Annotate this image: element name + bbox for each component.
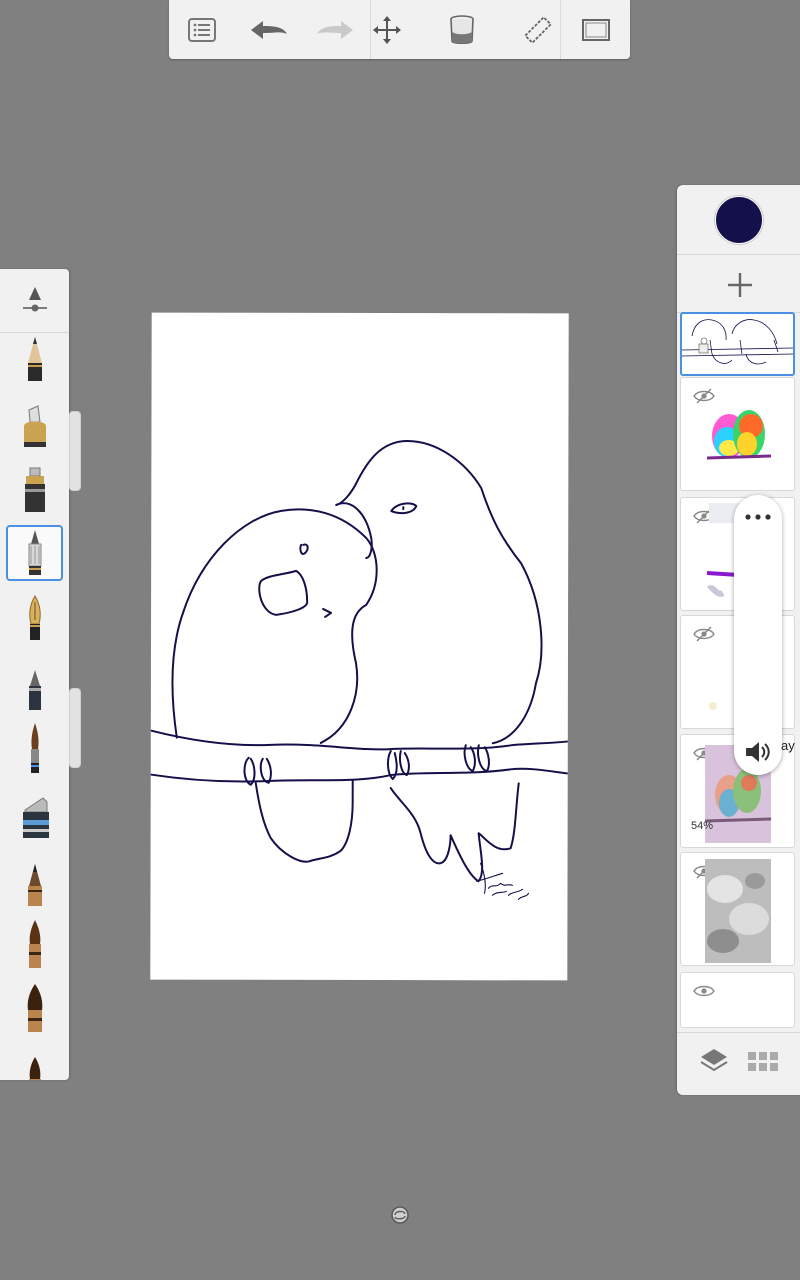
layer-thumbnail[interactable]: [680, 312, 795, 376]
faint-marks-thumbnail: [709, 702, 717, 710]
fountain-pen-icon: [28, 595, 41, 640]
parrots-line-art-thumbnail: [682, 319, 793, 365]
brush-fine[interactable]: [6, 721, 63, 777]
marker-icon: [23, 405, 46, 447]
divider: [677, 1032, 800, 1033]
lovebirds-line-art: [149, 440, 569, 900]
layers-button[interactable]: [699, 1047, 729, 1080]
gray-texture-thumbnail: [705, 859, 771, 963]
undo-button[interactable]: [249, 10, 289, 50]
brush-felt-pen[interactable]: [6, 462, 63, 518]
transform-button[interactable]: [367, 10, 407, 50]
paint-bucket-icon: [450, 15, 474, 45]
ballpoint-pen-icon: [28, 530, 41, 575]
redo-arrow-icon: [317, 21, 353, 39]
more-button[interactable]: [743, 509, 773, 530]
brush-scroll-handle[interactable]: [69, 688, 81, 768]
felt-pen-icon: [24, 467, 45, 512]
brush-flat[interactable]: [6, 981, 63, 1037]
brush-fountain-pen[interactable]: [6, 591, 63, 647]
brush-marker[interactable]: [6, 399, 63, 455]
speaker-icon: [746, 742, 770, 762]
more-dots-icon: [745, 514, 771, 520]
ruler-icon: [523, 15, 553, 45]
layer-grid-button[interactable]: [747, 1051, 779, 1078]
frame-icon: [582, 19, 610, 41]
layer-thumbnail[interactable]: [680, 972, 795, 1028]
crayon-icon: [27, 864, 42, 906]
plus-icon: [728, 273, 752, 297]
layer-name-fragment: ay: [781, 738, 795, 753]
brush-properties-button[interactable]: [6, 272, 63, 328]
top-toolbar: [169, 0, 630, 59]
divider: [677, 254, 800, 255]
brush-properties-icon: [22, 287, 47, 312]
current-color-swatch[interactable]: [715, 196, 763, 244]
list-icon: [188, 18, 216, 42]
flat-brush-icon: [27, 984, 42, 1032]
rotate-canvas-icon: [391, 1206, 409, 1224]
eye-off-icon[interactable]: [693, 626, 715, 642]
brush-palette: [0, 269, 69, 1080]
rainbow-parrots-thumbnail: [706, 410, 772, 460]
brush-sable[interactable]: [6, 1045, 63, 1080]
technical-pen-icon: [28, 670, 41, 710]
toolbar-divider: [560, 0, 561, 59]
chisel-marker-icon: [22, 797, 49, 838]
round-brush-icon: [28, 920, 41, 968]
brush-technical-pen[interactable]: [6, 661, 63, 717]
fullscreen-button[interactable]: [576, 10, 616, 50]
add-layer-button[interactable]: [722, 267, 758, 303]
brush-ballpoint[interactable]: [6, 525, 63, 581]
sable-brush-icon: [28, 1057, 41, 1080]
menu-list-button[interactable]: [182, 10, 222, 50]
brush-round[interactable]: [6, 917, 63, 973]
ruler-button[interactable]: [518, 10, 558, 50]
rotate-canvas-button[interactable]: [389, 1205, 411, 1230]
brush-scroll-handle[interactable]: [69, 411, 81, 491]
undo-arrow-icon: [251, 21, 287, 39]
layer-thumbnail[interactable]: [680, 852, 795, 966]
fine-brush-icon: [30, 723, 39, 773]
pencil-icon: [27, 337, 42, 381]
layer-opacity-label: 54%: [691, 820, 714, 832]
brush-chisel-marker[interactable]: [6, 791, 63, 847]
grid-icon: [748, 1052, 778, 1071]
drawing-canvas[interactable]: [149, 312, 569, 981]
layer-thumbnail[interactable]: [680, 377, 795, 491]
redo-button[interactable]: [315, 10, 355, 50]
floating-quick-menu: [734, 495, 782, 775]
layers-stack-icon: [700, 1049, 728, 1072]
brush-crayon[interactable]: [6, 857, 63, 913]
fill-button[interactable]: [442, 10, 482, 50]
eye-icon[interactable]: [693, 983, 715, 999]
brush-pencil[interactable]: [6, 332, 63, 388]
sound-button[interactable]: [743, 739, 773, 770]
move-arrows-icon: [373, 16, 401, 44]
